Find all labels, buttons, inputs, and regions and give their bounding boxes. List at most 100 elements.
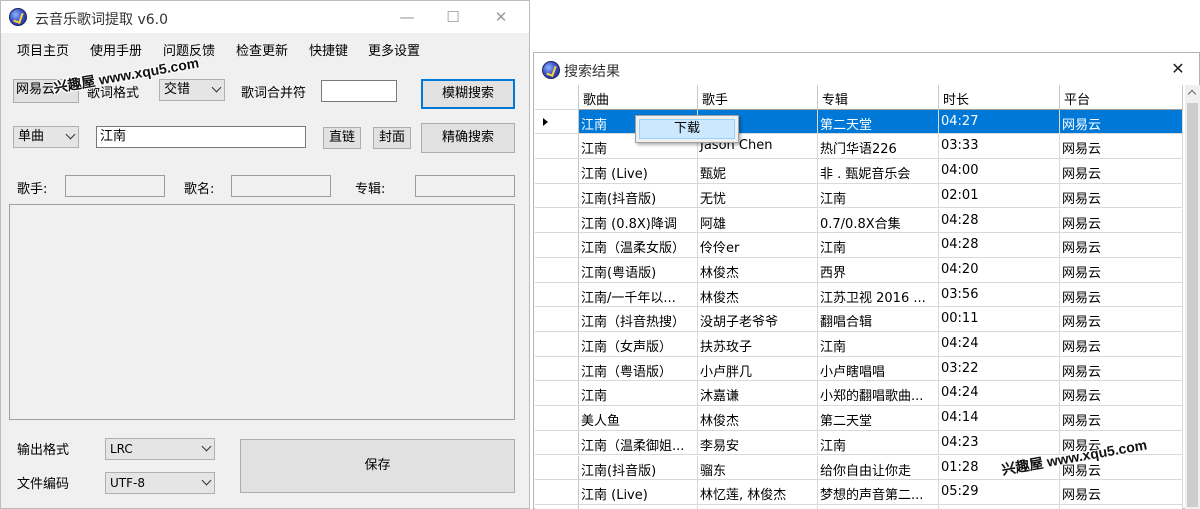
cell-singer[interactable]: 甄妮 (698, 159, 818, 184)
cell-album[interactable] (818, 504, 939, 509)
cell-album[interactable]: 江南 (818, 332, 939, 357)
row-header[interactable] (535, 480, 579, 505)
cell-album[interactable]: 第二天堂 (818, 406, 939, 431)
cell-song[interactable] (579, 504, 698, 509)
row-header[interactable] (535, 356, 579, 382)
exact-search-button[interactable]: 精确搜索 (421, 123, 515, 153)
cell-duration[interactable]: 04:00 (939, 159, 1060, 184)
cell-singer[interactable]: 无忧 (698, 183, 818, 209)
results-scrollbar[interactable] (1185, 85, 1200, 509)
row-header[interactable] (535, 257, 579, 283)
cell-platform[interactable]: 网易云 (1060, 233, 1183, 258)
cell-singer[interactable]: 阿雄 (698, 208, 818, 234)
cell-platform[interactable]: 网易云 (1060, 307, 1183, 332)
file-encoding-select[interactable]: UTF-8 (105, 472, 215, 494)
row-header[interactable] (535, 430, 579, 456)
cell-song[interactable]: 江南（粤语版） (579, 356, 698, 382)
cell-platform[interactable]: 网易云 (1060, 480, 1183, 505)
cell-singer[interactable]: 林俊杰 (698, 406, 818, 431)
row-header[interactable] (535, 332, 579, 357)
search-input[interactable]: 江南 (96, 126, 306, 148)
cell-platform[interactable]: 网易云 (1060, 208, 1183, 234)
column-header-album[interactable]: 专辑 (818, 85, 939, 110)
cell-platform[interactable]: 网易云 (1060, 406, 1183, 431)
column-header-song[interactable]: 歌曲 (579, 85, 698, 110)
cell-duration[interactable]: 04:27 (939, 109, 1060, 135)
save-button[interactable]: 保存 (240, 439, 515, 493)
table-row[interactable]: 江南林俊杰第二天堂04:27网易云 (535, 109, 1183, 135)
main-titlebar[interactable]: 云音乐歌词提取 v6.0 — ☐ ✕ (1, 1, 529, 33)
row-header[interactable] (535, 109, 579, 135)
lyric-format-select[interactable]: 交错 (159, 79, 225, 101)
cell-platform[interactable]: 网易云 (1060, 183, 1183, 209)
cell-duration[interactable]: 05:29 (939, 480, 1060, 505)
table-row[interactable]: 江南（女声版） 扶苏玫子 江南 04:24 网易云 (535, 332, 1183, 357)
table-row[interactable]: 江南（抖音热搜） 没胡子老爷爷 翻唱合辑 00:11 网易云 (535, 307, 1183, 332)
cell-duration[interactable] (939, 504, 1060, 509)
cell-album[interactable]: 小卢瞎唱唱 (818, 356, 939, 382)
cell-duration[interactable]: 04:24 (939, 332, 1060, 357)
cell-platform[interactable] (1060, 504, 1183, 509)
singer-field[interactable] (65, 175, 165, 197)
table-row[interactable] (535, 504, 1183, 509)
cell-duration[interactable]: 04:24 (939, 381, 1060, 407)
table-row[interactable]: 江南(抖音版) 无忧 江南 02:01 网易云 (535, 183, 1183, 209)
cell-singer[interactable]: 林忆莲, 林俊杰 (698, 480, 818, 505)
context-menu-download[interactable]: 下载 (639, 119, 735, 139)
menu-project-home[interactable]: 项目主页 (17, 40, 69, 59)
column-header-singer[interactable]: 歌手 (698, 85, 818, 110)
cell-song[interactable]: 江南（温柔御姐... (579, 430, 698, 456)
column-header-platform[interactable]: 平台 (1060, 85, 1183, 110)
cell-singer[interactable]: 林俊杰 (698, 257, 818, 283)
cell-platform[interactable]: 网易云 (1060, 356, 1183, 382)
cell-platform[interactable]: 网易云 (1060, 257, 1183, 283)
table-row[interactable]: 江南 (0.8X)降调 阿雄 0.7/0.8X合集 04:28 网易云 (535, 208, 1183, 234)
cell-duration[interactable]: 04:28 (939, 233, 1060, 258)
output-format-select[interactable]: LRC (105, 438, 215, 460)
table-row[interactable]: 江南/一千年以... 林俊杰 江苏卫视 2016 ... 03:56 网易云 (535, 282, 1183, 308)
cell-album[interactable]: 小郑的翻唱歌曲... (818, 381, 939, 407)
album-field[interactable] (415, 175, 515, 197)
cell-singer[interactable]: 沐嘉谦 (698, 381, 818, 407)
cell-platform[interactable]: 网易云 (1060, 381, 1183, 407)
row-header[interactable] (535, 282, 579, 308)
row-header[interactable] (535, 307, 579, 332)
cell-platform[interactable]: 网易云 (1060, 159, 1183, 184)
cell-song[interactable]: 江南 (0.8X)降调 (579, 208, 698, 234)
cell-album[interactable]: 给你自由让你走 (818, 455, 939, 481)
column-header-duration[interactable]: 时长 (939, 85, 1060, 110)
cell-duration[interactable]: 03:33 (939, 134, 1060, 160)
cell-platform[interactable]: 网易云 (1060, 332, 1183, 357)
cell-song[interactable]: 江南(抖音版) (579, 183, 698, 209)
row-header[interactable] (535, 381, 579, 407)
table-row[interactable]: 江南 (Live) 甄妮非 . 甄妮音乐会 04:00 网易云 (535, 159, 1183, 184)
fuzzy-search-button[interactable]: 模糊搜索 (421, 79, 515, 109)
cell-album[interactable]: 西界 (818, 257, 939, 283)
close-button[interactable]: ✕ (481, 5, 521, 29)
menu-shortcuts[interactable]: 快捷键 (309, 40, 348, 59)
scrollbar-thumb[interactable] (1187, 103, 1198, 507)
lyric-merge-input[interactable] (321, 80, 397, 102)
cell-duration[interactable]: 04:28 (939, 208, 1060, 234)
row-header[interactable] (535, 455, 579, 481)
cover-button[interactable]: 封面 (373, 127, 411, 149)
cell-album[interactable]: 翻唱合辑 (818, 307, 939, 332)
cell-album[interactable]: 江苏卫视 2016 ... (818, 282, 939, 308)
minimize-button[interactable]: — (387, 5, 427, 29)
cell-song[interactable]: 江南（温柔女版） (579, 233, 698, 258)
cell-album[interactable]: 江南 (818, 430, 939, 456)
cell-song[interactable]: 江南（女声版） (579, 332, 698, 357)
cell-song[interactable]: 江南/一千年以... (579, 282, 698, 308)
cell-singer[interactable]: 骝东 (698, 455, 818, 481)
row-header[interactable] (535, 134, 579, 160)
cell-album[interactable]: 热门华语226 (818, 134, 939, 160)
cell-song[interactable]: 江南（抖音热搜） (579, 307, 698, 332)
row-header[interactable] (535, 504, 579, 509)
cell-album[interactable]: 江南 (818, 233, 939, 258)
cell-album[interactable]: 江南 (818, 183, 939, 209)
cell-song[interactable]: 江南(粤语版) (579, 257, 698, 283)
row-header[interactable] (535, 208, 579, 234)
search-type-select[interactable]: 单曲 (13, 126, 79, 148)
row-header[interactable] (535, 183, 579, 209)
cell-duration[interactable]: 04:14 (939, 406, 1060, 431)
